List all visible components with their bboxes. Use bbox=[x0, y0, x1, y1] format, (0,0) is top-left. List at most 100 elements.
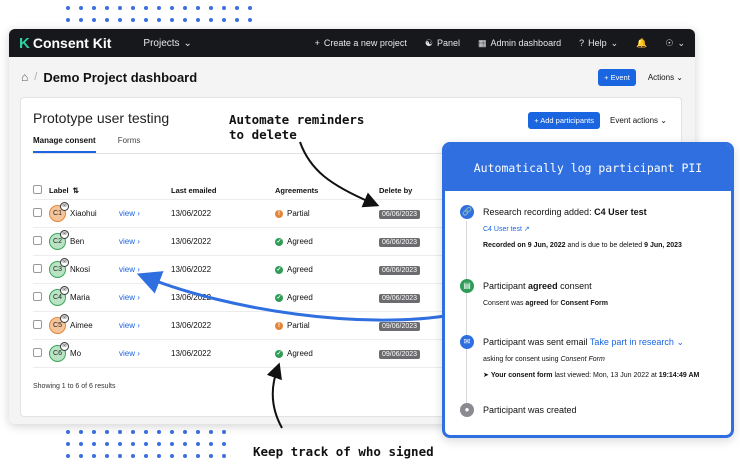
decorative-dot bbox=[235, 18, 239, 22]
recording-title-name: C4 User test bbox=[594, 207, 647, 217]
help-icon: ? bbox=[579, 38, 585, 48]
logo-icon: K bbox=[19, 34, 30, 52]
logo-text: Consent Kit bbox=[32, 35, 112, 51]
annotation-keep-track: Keep track of who signed bbox=[253, 444, 434, 459]
agreement-status: Agreed bbox=[287, 349, 313, 358]
recorded-mid: and is due to be deleted bbox=[567, 242, 643, 249]
decorative-dots-top bbox=[66, 6, 252, 22]
tab-manage-consent[interactable]: Manage consent bbox=[33, 136, 96, 153]
select-all-checkbox[interactable] bbox=[33, 185, 42, 194]
decorative-dot bbox=[144, 442, 148, 446]
home-icon[interactable]: ⌂ bbox=[21, 70, 28, 84]
person-icon: ● bbox=[460, 403, 474, 417]
actions-label: Actions bbox=[647, 72, 675, 82]
warning-icon: ! bbox=[275, 321, 283, 330]
recorded-date: 9 Jun, 2022 bbox=[527, 242, 566, 249]
add-event-button[interactable]: + Event bbox=[598, 68, 636, 86]
decorative-dot bbox=[105, 6, 109, 10]
check-icon: ✓ bbox=[275, 237, 283, 246]
row-checkbox[interactable] bbox=[33, 264, 42, 273]
decorative-dot bbox=[79, 18, 83, 22]
tab-forms[interactable]: Forms bbox=[118, 136, 141, 153]
decorative-dot bbox=[209, 442, 213, 446]
decorative-dot bbox=[235, 6, 239, 10]
decorative-dot bbox=[79, 454, 83, 458]
email-subject-label: Take part in research bbox=[589, 337, 674, 347]
decorative-dot bbox=[118, 454, 122, 458]
decorative-dot bbox=[157, 6, 161, 10]
create-project-link[interactable]: + Create a new project bbox=[315, 38, 407, 48]
table-row: C3 ✉ Nkosi view › 13/06/2022 ✓ Agreed 06… bbox=[33, 256, 453, 284]
decorative-dot bbox=[196, 18, 200, 22]
view-participant-link[interactable]: view › bbox=[119, 209, 140, 218]
log-panel-title: Automatically log participant PII bbox=[445, 145, 731, 191]
notifications-button[interactable]: 🔔 bbox=[636, 38, 647, 49]
recording-link-label: C4 User test bbox=[483, 226, 522, 233]
decorative-dot bbox=[118, 6, 122, 10]
consent-sub-bold: agreed bbox=[525, 300, 549, 307]
recorded-prefix: Recorded on bbox=[483, 242, 526, 249]
decorative-dot bbox=[170, 454, 174, 458]
decorative-dot bbox=[157, 442, 161, 446]
check-icon: ✓ bbox=[275, 349, 283, 358]
last-emailed-column-header: Last emailed bbox=[171, 186, 217, 195]
decorative-dot bbox=[118, 18, 122, 22]
add-participants-button[interactable]: + Add participants bbox=[528, 112, 601, 129]
decorative-dot bbox=[209, 454, 213, 458]
view-participant-link[interactable]: view › bbox=[119, 321, 140, 330]
view-participant-link[interactable]: view › bbox=[119, 293, 140, 302]
row-checkbox[interactable] bbox=[33, 236, 42, 245]
mail-icon: ✉ bbox=[60, 342, 69, 351]
row-checkbox[interactable] bbox=[33, 348, 42, 357]
panel-link[interactable]: ☯ Panel bbox=[425, 38, 460, 49]
decorative-dot bbox=[66, 442, 70, 446]
last-emailed-cell: 13/06/2022 bbox=[171, 209, 212, 218]
view-participant-link[interactable]: view › bbox=[119, 265, 140, 274]
viewed-bold: Your consent form bbox=[490, 372, 553, 379]
last-emailed-cell: 13/06/2022 bbox=[171, 349, 212, 358]
row-checkbox[interactable] bbox=[33, 292, 42, 301]
view-participant-link[interactable]: view › bbox=[119, 349, 140, 358]
sort-icon[interactable]: ⇅ bbox=[73, 186, 79, 195]
row-checkbox[interactable] bbox=[33, 320, 42, 329]
projects-menu[interactable]: Projects ⌄ bbox=[143, 38, 192, 49]
help-menu[interactable]: ? Help ⌄ bbox=[579, 38, 618, 49]
cursor-icon: ➤ bbox=[483, 372, 489, 379]
actions-menu[interactable]: Actions ⌄ bbox=[648, 73, 683, 82]
admin-dashboard-link[interactable]: ▦ Admin dashboard bbox=[478, 38, 561, 49]
check-icon: ✓ bbox=[275, 265, 283, 274]
decorative-dot bbox=[144, 430, 148, 434]
decorative-dot bbox=[209, 6, 213, 10]
delete-by-badge: 09/06/2023 bbox=[379, 322, 421, 331]
decorative-dot bbox=[66, 18, 70, 22]
help-label: Help bbox=[588, 38, 607, 48]
logo[interactable]: K Consent Kit bbox=[19, 35, 111, 52]
view-participant-link[interactable]: view › bbox=[119, 237, 140, 246]
results-count: Showing 1 to 6 of 6 results bbox=[33, 383, 116, 390]
decorative-dot bbox=[105, 18, 109, 22]
event-actions-menu[interactable]: Event actions ⌄ bbox=[610, 116, 667, 125]
row-checkbox[interactable] bbox=[33, 208, 42, 217]
decorative-dot bbox=[118, 442, 122, 446]
email-title: Participant was sent email bbox=[483, 337, 588, 347]
tab-bar: Manage consent Forms bbox=[33, 136, 140, 153]
viewed-mid: last viewed: Mon, 13 Jun 2022 at bbox=[554, 372, 657, 379]
event-actions-label: Event actions bbox=[610, 116, 659, 125]
table-row: C2 ✉ Ben view › 13/06/2022 ✓ Agreed 06/0… bbox=[33, 228, 453, 256]
recording-link[interactable]: C4 User test ↗ bbox=[483, 225, 721, 235]
users-icon: ☯ bbox=[424, 37, 433, 48]
chevron-down-icon: ⌄ bbox=[183, 37, 192, 49]
participant-name: Mo bbox=[70, 349, 82, 358]
delete-by-badge: 06/06/2023 bbox=[379, 210, 421, 219]
view-label: view bbox=[119, 265, 136, 274]
agreement-status: Agreed bbox=[287, 237, 313, 246]
activity-log-panel: Automatically log participant PII 🔗 Rese… bbox=[442, 142, 734, 438]
participant-name: Ben bbox=[70, 237, 85, 246]
delete-by-badge: 06/06/2023 bbox=[379, 238, 421, 247]
decorative-dot bbox=[105, 454, 109, 458]
email-subject-link[interactable]: Take part in research ⌄ bbox=[590, 337, 684, 347]
decorative-dot bbox=[66, 454, 70, 458]
decorative-dot bbox=[79, 430, 83, 434]
decorative-dot bbox=[79, 442, 83, 446]
account-menu[interactable]: ☉ ⌄ bbox=[665, 38, 685, 49]
